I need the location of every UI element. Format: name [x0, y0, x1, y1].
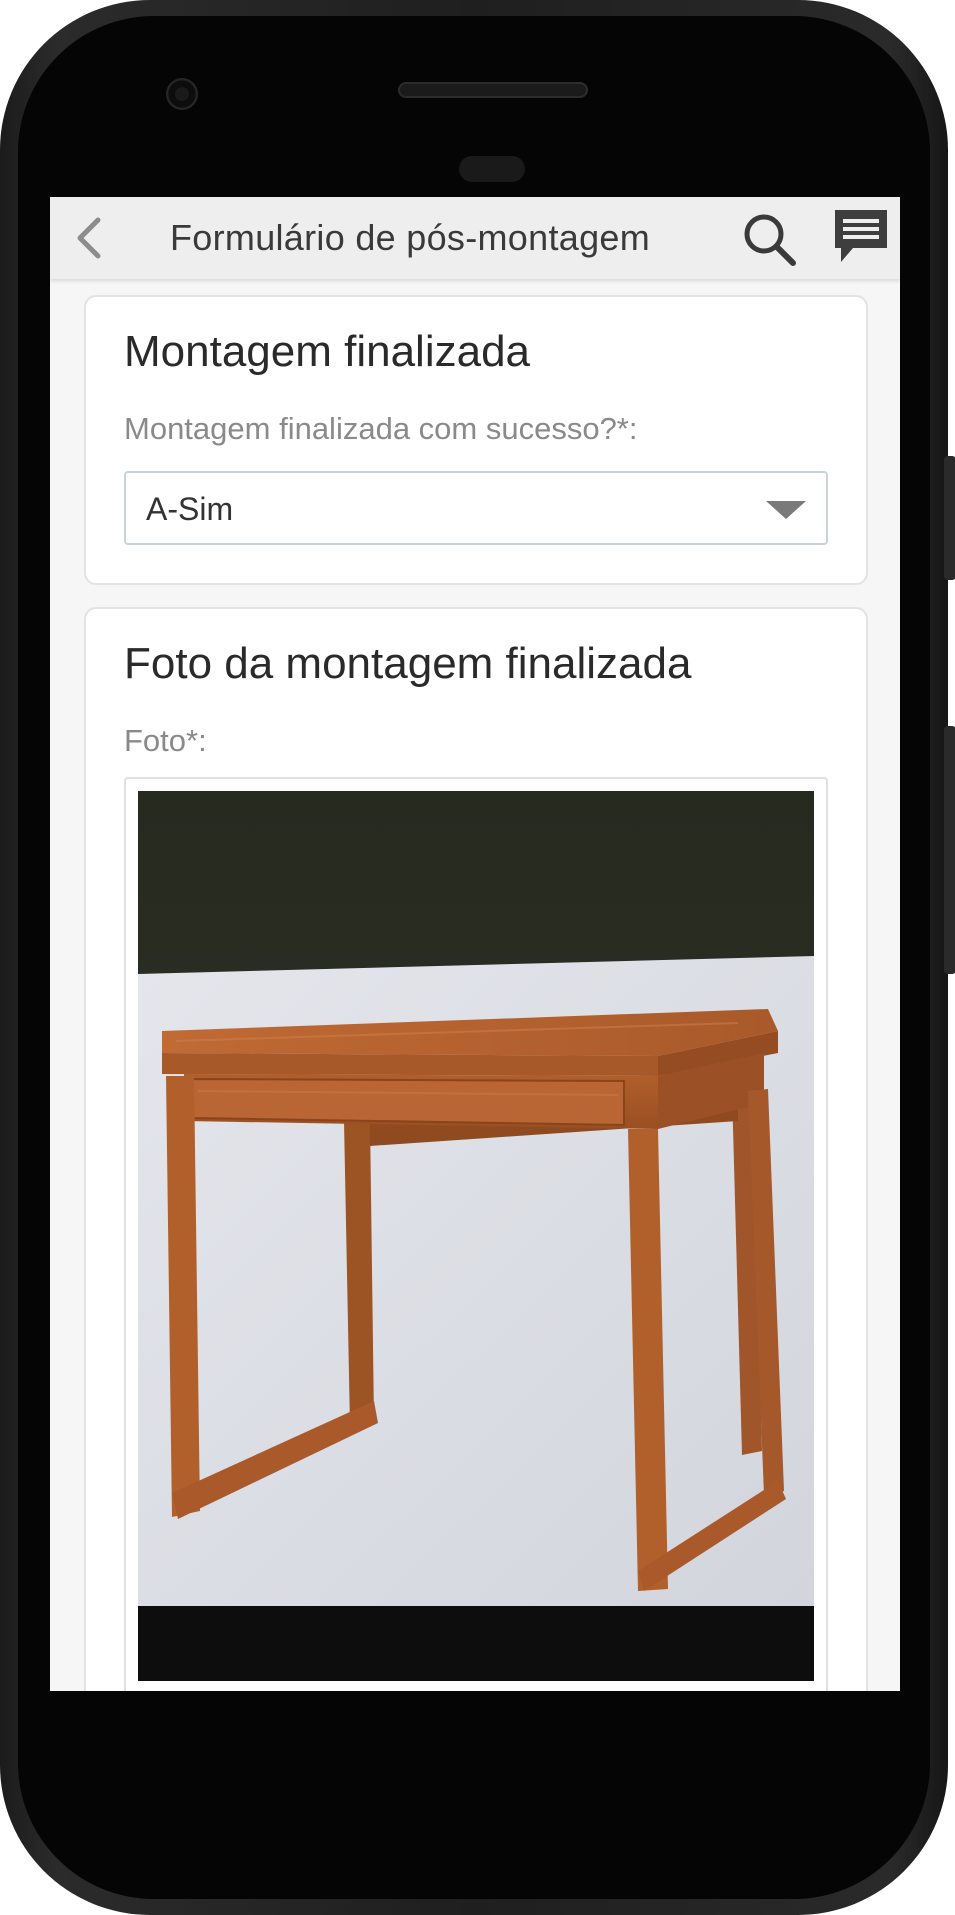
status-select[interactable]: A-Sim: [124, 471, 828, 545]
section-card-montagem: Montagem finalizada Montagem finalizada …: [84, 295, 868, 585]
message-icon: [835, 210, 887, 262]
power-button: [944, 726, 955, 974]
chevron-down-icon: [766, 501, 806, 519]
search-button[interactable]: [740, 210, 798, 268]
proximity-sensor: [459, 156, 525, 182]
volume-button: [944, 456, 955, 580]
desk-image: [138, 791, 814, 1681]
section-title: Foto da montagem finalizada: [124, 639, 692, 688]
messages-button[interactable]: [830, 205, 892, 267]
page-title: Formulário de pós-montagem: [170, 217, 651, 258]
app-header: Formulário de pós-montagem: [50, 197, 900, 279]
field-label: Foto*:: [124, 723, 207, 758]
app-screen: Formulário de pós-montagem Montagem fina…: [50, 197, 900, 1691]
section-card-foto: Foto da montagem finalizada Foto*:: [84, 607, 868, 1691]
search-icon: [744, 214, 796, 266]
section-title: Montagem finalizada: [124, 327, 531, 376]
wooden-desk-photo: [138, 791, 814, 1681]
phone-device: Formulário de pós-montagem Montagem fina…: [0, 0, 955, 1915]
chevron-left-icon: [77, 217, 101, 259]
front-camera: [166, 78, 198, 110]
field-label: Montagem finalizada com sucesso?*:: [124, 411, 638, 446]
back-button[interactable]: [66, 214, 112, 262]
select-value: A-Sim: [146, 491, 234, 527]
earpiece-speaker: [398, 82, 588, 98]
photo-field[interactable]: [124, 777, 828, 1691]
